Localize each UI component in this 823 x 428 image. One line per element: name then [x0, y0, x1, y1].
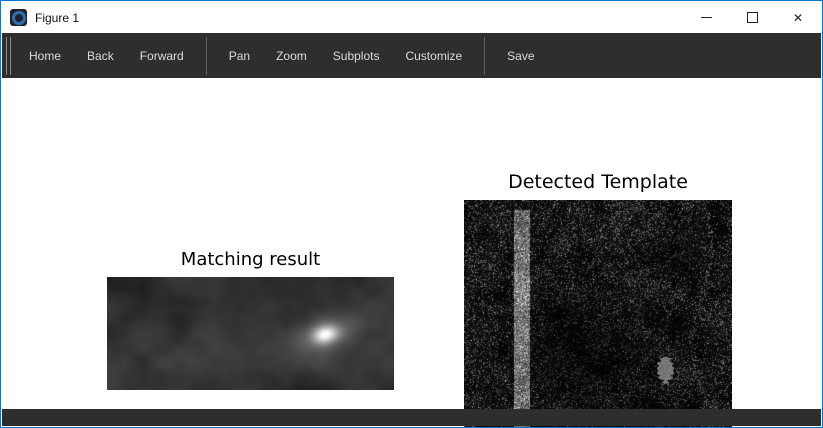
- zoom-button[interactable]: Zoom: [263, 41, 320, 71]
- maximize-icon: [747, 12, 758, 23]
- window-controls: ✕: [683, 2, 821, 33]
- close-icon: ✕: [793, 12, 803, 24]
- maximize-button[interactable]: [729, 2, 775, 33]
- figure-canvas[interactable]: Matching result Detected Template: [2, 78, 821, 409]
- figure-window: Figure 1 ✕ Home Back Forward Pan Zoom Su…: [0, 0, 823, 428]
- customize-button[interactable]: Customize: [392, 41, 475, 71]
- toolbar-grip-handle[interactable]: [6, 37, 11, 75]
- home-button[interactable]: Home: [16, 41, 74, 71]
- plot-title-matching-result: Matching result: [107, 249, 394, 270]
- matching-result-image[interactable]: [107, 277, 394, 390]
- statusbar-message: [2, 409, 821, 426]
- matplotlib-ring-glyph: [12, 11, 26, 25]
- back-button[interactable]: Back: [74, 41, 127, 71]
- toolbar: Home Back Forward Pan Zoom Subplots Cust…: [2, 33, 821, 78]
- window-title: Figure 1: [35, 11, 79, 25]
- minimize-icon: [701, 17, 712, 18]
- toolbar-separator: [484, 37, 485, 75]
- matplotlib-icon: [10, 9, 27, 26]
- forward-button[interactable]: Forward: [127, 41, 197, 71]
- close-button[interactable]: ✕: [775, 2, 821, 33]
- detected-template-image[interactable]: [464, 200, 732, 428]
- pan-button[interactable]: Pan: [216, 41, 263, 71]
- minimize-button[interactable]: [683, 2, 729, 33]
- plot-title-detected-template: Detected Template: [464, 171, 732, 193]
- subplots-button[interactable]: Subplots: [320, 41, 393, 71]
- save-button[interactable]: Save: [494, 41, 547, 71]
- toolbar-separator: [206, 37, 207, 75]
- titlebar[interactable]: Figure 1 ✕: [2, 2, 821, 33]
